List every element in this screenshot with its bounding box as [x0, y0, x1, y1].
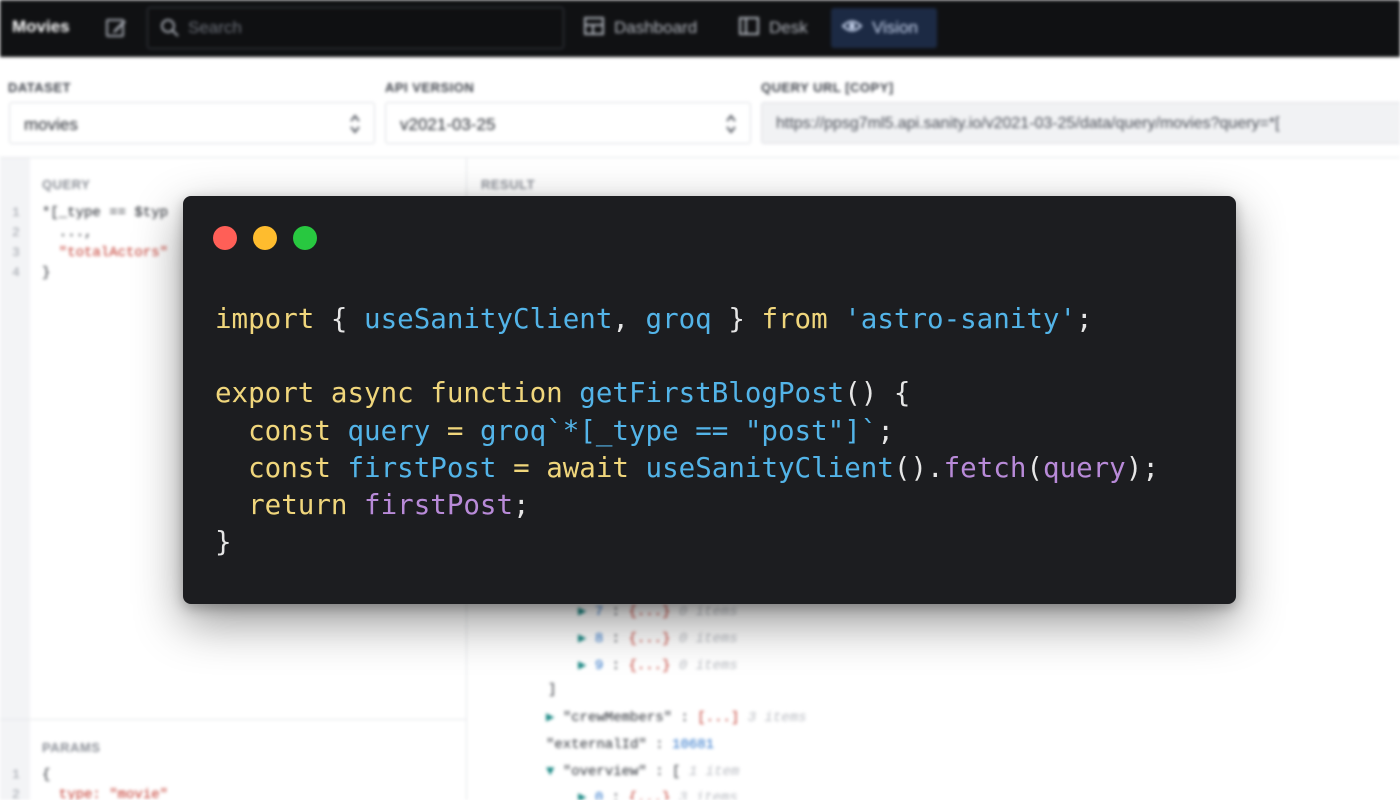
line-number: 4	[12, 265, 20, 280]
query-panel-title: QUERY	[42, 177, 91, 192]
select-arrows-icon	[724, 113, 738, 140]
result-close-bracket: ]	[548, 682, 557, 698]
result-item[interactable]: ▶ 7 : {...} 0 items	[578, 603, 738, 620]
caret-right-icon[interactable]: ▶	[578, 790, 595, 800]
params-line[interactable]: type: "movie"	[42, 787, 168, 800]
api-version-value: v2021-03-25	[400, 115, 496, 134]
code-line-4: const query = groq`*[_type == "post"]`;	[248, 415, 894, 447]
dataset-select[interactable]: movies	[9, 102, 375, 144]
code-line-5: const firstPost = await useSanityClient(…	[248, 452, 1159, 484]
nav-desk-label: Desk	[769, 18, 808, 37]
dashboard-icon	[583, 16, 605, 41]
line-number: 2	[12, 225, 20, 240]
nav-vision[interactable]: Vision	[831, 8, 937, 48]
line-number: 2	[12, 787, 20, 800]
code-line-7: }	[215, 526, 232, 558]
minimize-dot-icon	[253, 226, 277, 250]
close-dot-icon	[213, 226, 237, 250]
caret-right-icon[interactable]: ▶	[578, 658, 595, 674]
top-navbar: Movies D	[0, 0, 1400, 57]
dataset-label: DATASET	[8, 80, 71, 95]
caret-right-icon[interactable]: ▶	[578, 631, 595, 647]
code-line-1: import { useSanityClient, groq } from 'a…	[215, 303, 1093, 335]
query-url-field[interactable]: https://ppsg7ml5.api.sanity.io/v2021-03-…	[761, 102, 1400, 144]
dataset-value: movies	[24, 115, 78, 134]
nav-vision-label: Vision	[872, 18, 918, 37]
query-line[interactable]: ...,	[42, 225, 93, 241]
params-divider	[0, 719, 466, 720]
studio-title[interactable]: Movies	[12, 17, 70, 37]
eye-icon	[841, 16, 863, 41]
line-number: 1	[12, 767, 20, 782]
divider	[0, 157, 1400, 158]
result-panel-title: RESULT	[481, 177, 536, 192]
nav-dashboard[interactable]: Dashboard	[573, 8, 707, 48]
params-line[interactable]: {	[42, 767, 50, 783]
result-item[interactable]: ▶ 8 : {...} 0 items	[578, 630, 738, 647]
result-crew-members[interactable]: ▶ "crewMembers" : [...] 3 items	[546, 709, 807, 726]
caret-right-icon[interactable]: ▶	[578, 604, 595, 620]
query-line[interactable]: }	[42, 265, 50, 281]
nav-desk[interactable]: Desk	[728, 8, 818, 48]
search-input[interactable]	[188, 17, 548, 39]
result-external-id: "externalId" : 10681	[546, 737, 715, 753]
query-line[interactable]: "totalActors"	[42, 245, 168, 261]
search-icon	[160, 18, 180, 43]
query-url-label[interactable]: QUERY URL [COPY]	[761, 80, 894, 95]
caret-right-icon[interactable]: ▶	[546, 710, 563, 726]
result-overview[interactable]: ▼ "overview" : [ 1 item	[546, 764, 739, 780]
params-panel-title: PARAMS	[42, 740, 101, 755]
result-item[interactable]: ▶ 9 : {...} 0 items	[578, 657, 738, 674]
maximize-dot-icon	[293, 226, 317, 250]
query-line[interactable]: *[_type == $typ	[42, 205, 168, 221]
line-number: 1	[12, 205, 20, 220]
compose-icon[interactable]	[104, 16, 130, 40]
caret-down-icon[interactable]: ▼	[546, 764, 563, 780]
desk-icon	[738, 16, 760, 41]
search-box[interactable]	[147, 7, 564, 49]
nav-dashboard-label: Dashboard	[614, 18, 698, 37]
api-version-select[interactable]: v2021-03-25	[385, 102, 751, 144]
code-line-3: export async function getFirstBlogPost()…	[215, 377, 911, 409]
select-arrows-icon	[348, 113, 362, 140]
code-line-6: return firstPost;	[248, 489, 530, 521]
result-item[interactable]: ▶ 0 : {...} 3 items	[578, 789, 738, 800]
api-version-label: API VERSION	[385, 80, 475, 95]
line-number: 3	[12, 245, 20, 260]
